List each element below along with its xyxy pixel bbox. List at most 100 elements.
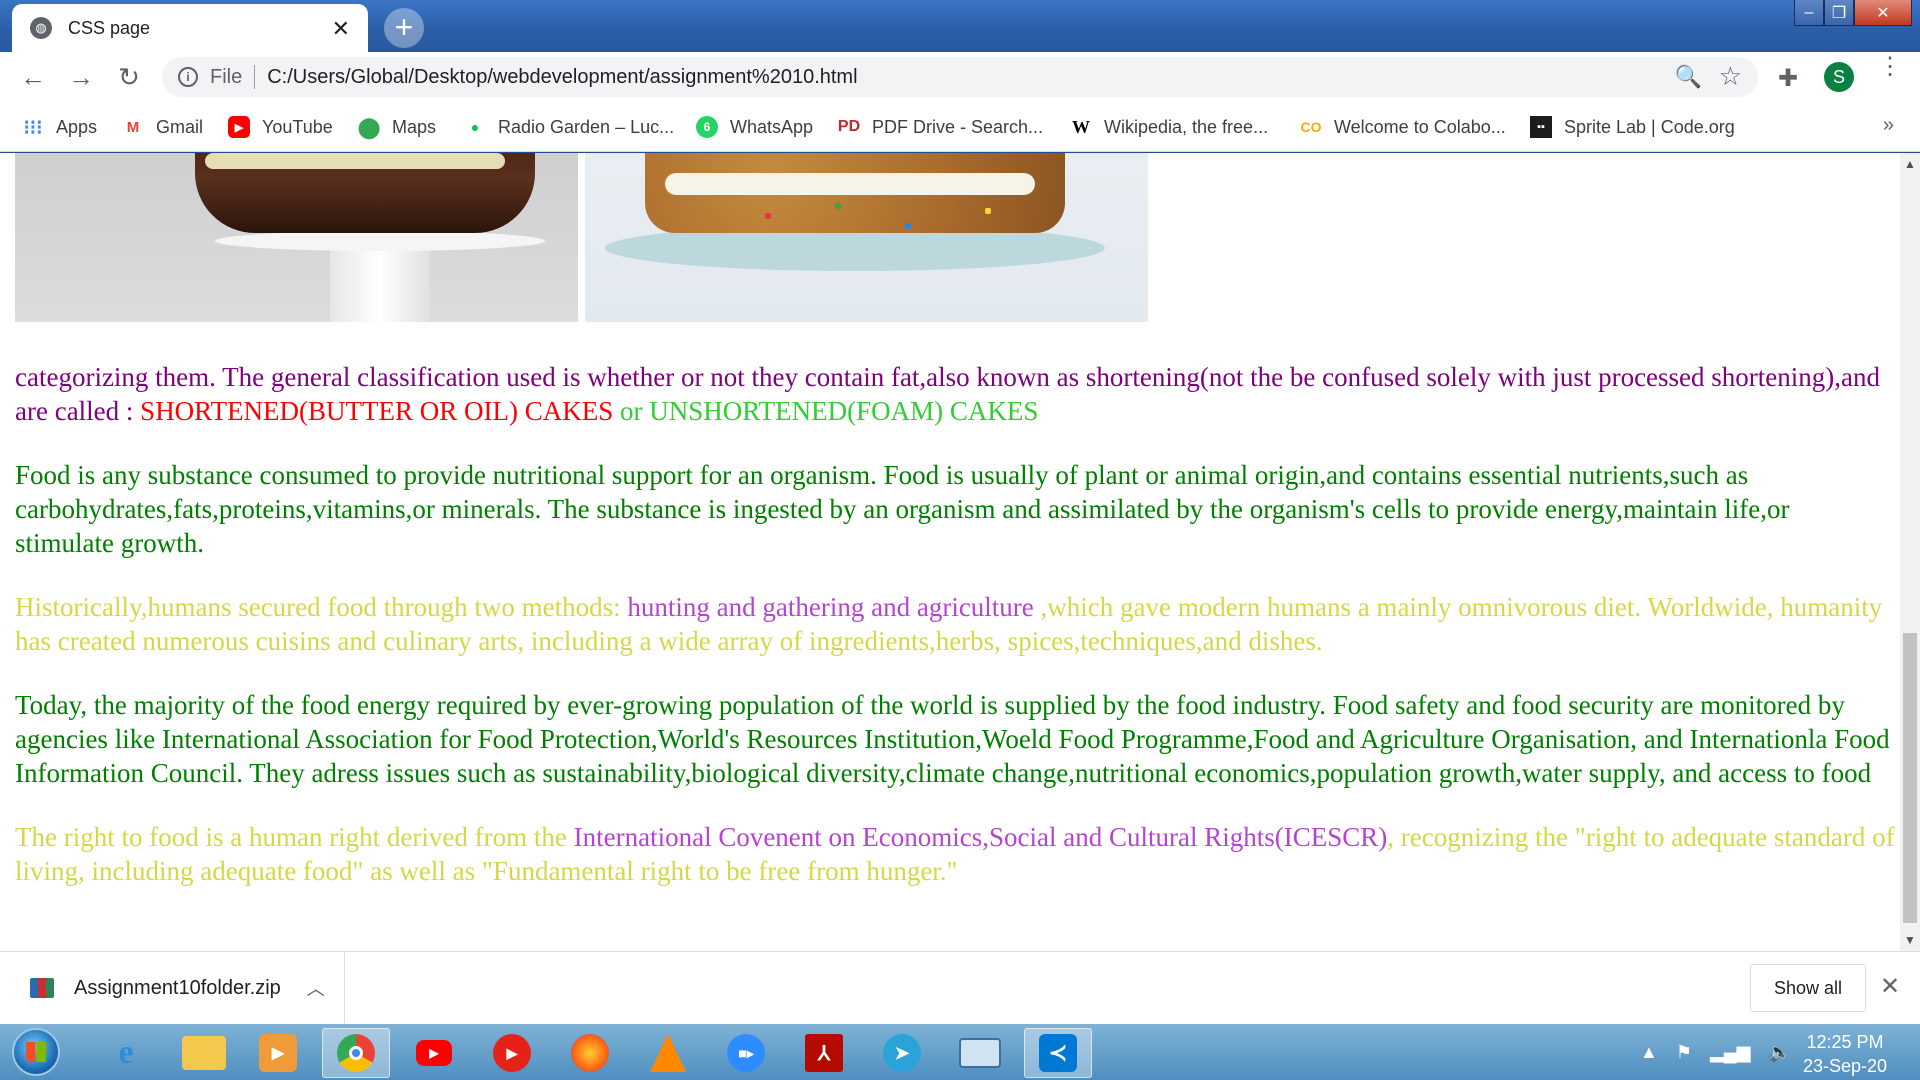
cake-frosting — [665, 173, 1035, 195]
bookmark-youtube[interactable]: ▶ YouTube — [228, 114, 333, 140]
cake-classification-paragraph: categorizing them. The general classific… — [15, 360, 1895, 428]
bookmarks-bar: ⁝⁝⁝ Apps M Gmail ▶ YouTube ⬤ Maps ● Radi… — [0, 102, 1920, 152]
volume-speaker-icon[interactable]: 🔈 — [1768, 1042, 1790, 1063]
zip-archive-icon — [30, 978, 54, 998]
download-item[interactable]: Assignment10folder.zip ︿ — [0, 952, 345, 1024]
pdf-drive-icon: PD — [837, 118, 861, 135]
scroll-up-arrow-icon[interactable]: ▲ — [1904, 157, 1916, 171]
taskbar-telegram[interactable]: ➤ — [868, 1028, 936, 1078]
close-shelf-icon[interactable]: ✕ — [1880, 972, 1900, 1001]
globe-icon: ◍ — [30, 17, 52, 39]
network-signal-icon[interactable]: ▂▄▆ — [1710, 1042, 1750, 1063]
back-arrow-icon[interactable]: ← — [16, 60, 50, 94]
methods-highlight-text: hunting and gathering and agriculture — [627, 592, 1034, 622]
apps-grid-icon: ⁝⁝⁝ — [23, 116, 43, 139]
taskbar-vlc[interactable] — [634, 1028, 702, 1078]
vscode-icon: ≺ — [1039, 1034, 1077, 1072]
text-span: or — [613, 396, 650, 426]
browser-tab[interactable]: ◍ CSS page ✕ — [12, 4, 368, 52]
show-hidden-icons-arrow-icon[interactable]: ▲ — [1640, 1042, 1658, 1063]
taskbar-zoom[interactable]: ■▸ — [712, 1028, 780, 1078]
icescr-highlight-text: International Covenent on Economics,Soci… — [573, 822, 1388, 852]
telegram-icon: ➤ — [883, 1034, 921, 1072]
bookmark-wikipedia[interactable]: W Wikipedia, the free... — [1070, 114, 1268, 140]
cake-cream-layer — [205, 153, 505, 169]
taskbar-remote-desktop[interactable] — [946, 1028, 1014, 1078]
extensions-puzzle-icon[interactable]: ✚ — [1778, 64, 1798, 93]
bookmark-gmail[interactable]: M Gmail — [122, 114, 203, 140]
article-content: categorizing them. The general classific… — [15, 360, 1895, 918]
windows-taskbar: e ▶ ▶ ▶ ■▸ ⅄ ➤ ≺ ▲ ⚑ ▂▄▆ 🔈 12:25 PM 23-S… — [0, 1024, 1920, 1080]
address-url[interactable]: C:/Users/Global/Desktop/webdevelopment/a… — [267, 66, 857, 89]
right-to-food-paragraph: The right to food is a human right deriv… — [15, 820, 1895, 888]
chocolate-cake-image — [15, 153, 578, 322]
bookmark-label: Wikipedia, the free... — [1104, 116, 1269, 137]
clock-date: 23-Sep-20 — [1802, 1056, 1888, 1076]
address-separator — [254, 65, 256, 89]
close-tab-icon[interactable]: ✕ — [332, 16, 350, 42]
youtube-music-icon: ▶ — [493, 1034, 531, 1072]
bookmark-label: PDF Drive - Search... — [872, 116, 1044, 137]
cake-stand-leg — [330, 243, 430, 322]
code-org-icon: ▪▪ — [1530, 116, 1552, 138]
taskbar-chrome[interactable] — [322, 1028, 390, 1078]
reload-icon[interactable]: ↻ — [112, 60, 146, 94]
show-all-button[interactable]: Show all — [1750, 964, 1866, 1012]
taskbar-acrobat[interactable]: ⅄ — [790, 1028, 858, 1078]
bookmark-label: Sprite Lab | Code.org — [1564, 116, 1735, 137]
system-tray: ▲ ⚑ ▂▄▆ 🔈 — [1640, 1024, 1791, 1080]
start-button[interactable] — [12, 1028, 60, 1076]
food-industry-paragraph: Today, the majority of the food energy r… — [15, 690, 1890, 788]
forward-arrow-icon[interactable]: → — [64, 60, 98, 94]
bookmark-radio-garden[interactable]: ● Radio Garden – Luc... — [464, 114, 674, 140]
bookmark-star-icon[interactable]: ☆ — [1719, 61, 1742, 92]
chevron-up-icon[interactable]: ︿ — [307, 975, 325, 1001]
bookmark-maps[interactable]: ⬤ Maps — [358, 114, 436, 140]
info-icon[interactable]: i — [178, 67, 198, 87]
bookmark-label: Gmail — [156, 116, 204, 137]
zoom-icon[interactable]: 🔍 — [1675, 64, 1702, 90]
taskbar-youtube-music[interactable]: ▶ — [478, 1028, 546, 1078]
address-scheme: File — [210, 65, 243, 88]
profile-avatar[interactable]: S — [1824, 62, 1854, 92]
scrollbar-thumb[interactable] — [1903, 633, 1917, 923]
bookmark-label: Maps — [392, 116, 437, 137]
taskbar-clock[interactable]: 12:25 PM 23-Sep-20 — [1790, 1030, 1900, 1078]
history-paragraph: Historically,humans secured food through… — [15, 590, 1895, 658]
page-scrollbar[interactable]: ▲ ▼ — [1900, 153, 1920, 951]
maximize-button[interactable]: ❐ — [1824, 0, 1854, 26]
bookmark-label: WhatsApp — [730, 116, 814, 137]
taskbar-explorer[interactable] — [170, 1028, 238, 1078]
bookmark-label: Apps — [56, 116, 98, 137]
bookmark-code-org[interactable]: ▪▪ Sprite Lab | Code.org — [1530, 114, 1735, 140]
menu-kebab-icon[interactable]: ⋮ — [1878, 55, 1902, 79]
minimize-button[interactable]: – — [1794, 0, 1824, 26]
remote-desktop-icon — [959, 1038, 1001, 1068]
bookmark-colab[interactable]: CO Welcome to Colabo... — [1300, 114, 1506, 140]
taskbar-vscode[interactable]: ≺ — [1024, 1028, 1092, 1078]
chrome-icon — [337, 1034, 375, 1072]
bookmark-whatsapp[interactable]: 6 WhatsApp — [696, 114, 813, 140]
windows-logo-icon — [26, 1042, 46, 1062]
funfetti-cake-image — [585, 153, 1148, 322]
more-bookmarks-chevron-icon[interactable]: » — [1883, 114, 1894, 137]
zoom-video-icon: ■▸ — [727, 1034, 765, 1072]
bookmark-apps[interactable]: ⁝⁝⁝ Apps — [22, 114, 97, 140]
taskbar-firefox[interactable] — [556, 1028, 624, 1078]
bookmark-pdf-drive[interactable]: PD PDF Drive - Search... — [838, 114, 1043, 140]
taskbar-media-player[interactable]: ▶ — [244, 1028, 312, 1078]
shortened-cakes-text: SHORTENED(BUTTER OR OIL) CAKES — [140, 396, 614, 426]
action-center-flag-icon[interactable]: ⚑ — [1676, 1042, 1692, 1063]
address-bar[interactable]: i File C:/Users/Global/Desktop/webdevelo… — [162, 57, 1758, 97]
scroll-down-arrow-icon[interactable]: ▼ — [1904, 933, 1916, 947]
sprinkle — [905, 223, 911, 229]
bookmark-label: YouTube — [262, 116, 333, 137]
taskbar-ie[interactable]: e — [92, 1028, 160, 1078]
taskbar-youtube[interactable]: ▶ — [400, 1028, 468, 1078]
tab-title: CSS page — [68, 17, 151, 38]
acrobat-icon: ⅄ — [805, 1034, 843, 1072]
close-window-button[interactable]: ✕ — [1854, 0, 1912, 26]
folder-icon — [182, 1036, 226, 1070]
unshortened-cakes-text: UNSHORTENED(FOAM) CAKES — [649, 396, 1039, 426]
new-tab-button[interactable]: + — [384, 8, 424, 48]
